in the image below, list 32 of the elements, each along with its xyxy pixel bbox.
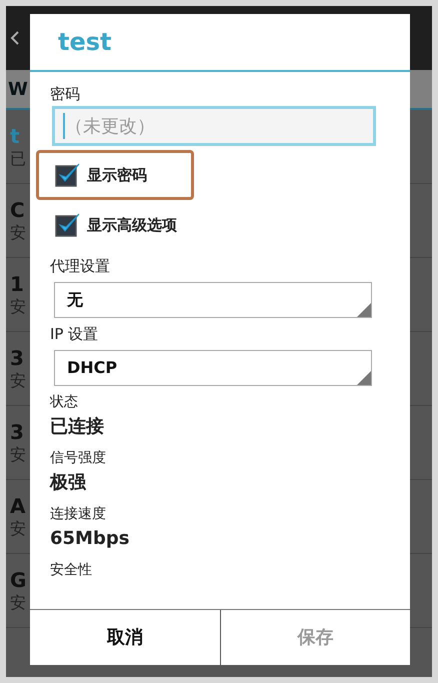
back-icon[interactable] (10, 30, 20, 46)
section-header: W (8, 78, 28, 102)
dropdown[interactable]: DHCP (54, 350, 372, 386)
password-input[interactable]: （未更改） (63, 113, 363, 139)
checkbox-row[interactable]: 显示高级选项 (36, 200, 390, 250)
field-label: IP 设置 (50, 324, 100, 344)
network-name: 1 (10, 272, 24, 297)
info-label: 安全性 (50, 561, 93, 580)
info-value: 65Mbps (50, 527, 130, 551)
checkbox-label: 显示密码 (87, 164, 147, 186)
dropdown-corner-icon (357, 371, 371, 385)
network-name: 3 (10, 346, 24, 371)
dialog-title: test (58, 27, 112, 58)
password-field[interactable]: （未更改） (52, 106, 376, 146)
info-label: 状态 (50, 393, 79, 412)
info-label: 信号强度 (50, 449, 107, 468)
checkbox-label: 显示高级选项 (87, 214, 177, 236)
checkbox[interactable] (55, 212, 81, 238)
network-name: 3 (10, 420, 24, 445)
network-name: t (10, 124, 20, 149)
field-label: 代理设置 (50, 256, 111, 276)
network-name: A (10, 494, 26, 519)
dropdown[interactable]: 无 (54, 282, 372, 318)
info-value: 已连接 (50, 415, 105, 439)
info-value: 极强 (50, 471, 88, 495)
dropdown-corner-icon (357, 303, 371, 317)
field-label: 密码 (50, 84, 81, 104)
network-name: G (10, 568, 26, 593)
info-label: 连接速度 (50, 505, 107, 524)
checkbox-row[interactable]: 显示密码 (36, 150, 194, 200)
network-name: C (10, 198, 25, 223)
checkbox[interactable] (55, 162, 81, 188)
